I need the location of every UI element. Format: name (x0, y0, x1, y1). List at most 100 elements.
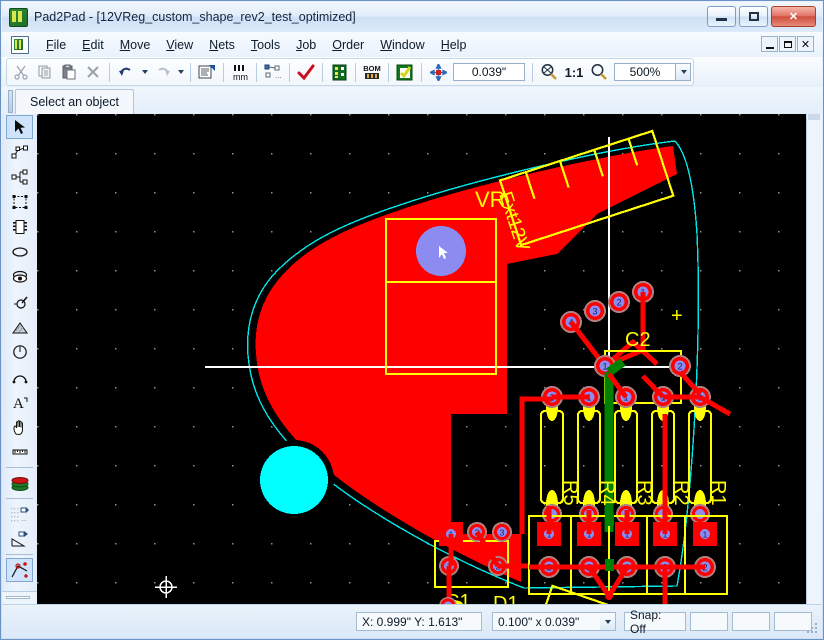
silk-label-R5: R5 (559, 480, 581, 506)
approve-button[interactable] (393, 61, 417, 84)
silk-label-R4: R4 (596, 480, 618, 506)
trace-icon (11, 145, 28, 159)
menu-item-job[interactable]: Job (288, 35, 324, 55)
zoom-fit-button[interactable] (537, 61, 561, 84)
pan-hand-tool[interactable] (6, 415, 33, 439)
zoom-level-dropdown[interactable] (676, 63, 691, 81)
close-button[interactable]: ✕ (771, 6, 816, 27)
net-tool[interactable] (6, 165, 33, 189)
circle-tool[interactable] (6, 340, 33, 364)
menu-item-tools[interactable]: Tools (243, 35, 288, 55)
resize-grip[interactable] (806, 622, 819, 635)
pad-oval-tool[interactable] (6, 240, 33, 264)
menu-item-move[interactable]: Move (112, 35, 159, 55)
minimize-button[interactable] (707, 6, 736, 27)
silk-plus-C2: + (671, 305, 683, 327)
menu-item-view[interactable]: View (158, 35, 201, 55)
menu-item-nets[interactable]: Nets (201, 35, 243, 55)
svg-text:A: A (13, 396, 24, 410)
menu-item-edit[interactable]: Edit (74, 35, 112, 55)
layers-button[interactable] (327, 61, 351, 84)
properties-button[interactable] (195, 61, 219, 84)
toolbar-separator (388, 62, 389, 82)
board-outline-tool[interactable] (6, 190, 33, 214)
status-pane-1 (690, 612, 728, 631)
redo-icon (157, 67, 170, 76)
dimension-icon (13, 296, 28, 309)
arc-tool[interactable] (6, 365, 33, 389)
polygon-fill-tool[interactable] (6, 315, 33, 339)
arc-icon (12, 375, 27, 384)
svg-text:2: 2 (677, 362, 682, 372)
units-mm-button[interactable]: mm (228, 61, 252, 84)
component-tool[interactable] (6, 215, 33, 239)
window-controls: ✕ (707, 6, 816, 27)
toolbar-separator (190, 62, 191, 82)
scrollbar-thumb[interactable] (808, 114, 820, 120)
trace-tool[interactable] (6, 140, 33, 164)
ruler-icon (12, 449, 27, 455)
zoom-level-input[interactable]: 500% (614, 63, 676, 81)
grid-size-dropdown[interactable] (600, 612, 616, 631)
route-tool[interactable] (6, 558, 33, 582)
copper-pour-tool[interactable]: ... (6, 502, 33, 526)
chevron-down-icon (177, 70, 184, 74)
zoom-fit-icon (541, 64, 557, 80)
properties-icon (198, 65, 215, 79)
grid-size-button[interactable] (426, 61, 450, 84)
measure-tool[interactable] (6, 527, 33, 551)
redo-dropdown[interactable] (174, 61, 186, 84)
menu-item-window[interactable]: Window (372, 35, 432, 55)
text-icon: A (13, 396, 27, 410)
undo-dropdown[interactable] (138, 61, 150, 84)
mdi-close-button[interactable]: ✕ (797, 36, 814, 52)
svg-text:1: 1 (703, 530, 708, 540)
status-snap: Snap: Off (624, 608, 686, 636)
tab-select-an-object[interactable]: Select an object (15, 89, 134, 114)
via-tool[interactable] (6, 265, 33, 289)
pcb-canvas[interactable]: VR 4 3 2 1 Ext12V C2 + 1 2 1 1 1 1 1 R5 … (37, 114, 809, 606)
undo-button[interactable] (114, 61, 138, 84)
horizontal-scrollbar[interactable] (2, 591, 37, 604)
layers-icon (332, 64, 346, 80)
mdi-minimize-button[interactable] (761, 36, 778, 52)
cut-button[interactable] (9, 61, 33, 84)
redo-button[interactable] (150, 61, 174, 84)
copy-button[interactable] (33, 61, 57, 84)
chevron-down-icon (680, 70, 687, 74)
delete-button[interactable] (81, 61, 105, 84)
pcb-drawing: VR 4 3 2 1 Ext12V C2 + 1 2 1 1 1 1 1 R5 … (37, 114, 809, 606)
document-icon[interactable] (11, 35, 29, 54)
design-check-button[interactable] (294, 61, 318, 84)
zoom-1to1-button[interactable]: 1:1 (561, 61, 587, 84)
netlist-button[interactable]: ... (261, 61, 285, 84)
dimension-tool[interactable] (6, 290, 33, 314)
toolbar-separator (223, 62, 224, 82)
toolbar-separator (421, 62, 422, 82)
menu-item-file[interactable]: File (38, 35, 74, 55)
paste-icon (62, 64, 76, 80)
grid-size-input[interactable]: 0.039" (453, 63, 525, 81)
mdi-restore-button[interactable] (779, 36, 796, 52)
menu-item-order[interactable]: Order (324, 35, 372, 55)
text-tool[interactable]: A (6, 390, 33, 414)
status-grid-size[interactable]: 0.100" x 0.039" (492, 612, 600, 631)
layers-stack-tool[interactable] (6, 471, 33, 495)
app-icon (9, 7, 28, 27)
ruler-tool[interactable] (6, 440, 33, 464)
tool-palette: A ... (2, 114, 38, 606)
bom-label: BOM (363, 64, 381, 73)
select-arrow-tool[interactable] (6, 115, 33, 139)
menu-item-help[interactable]: Help (433, 35, 475, 55)
zoom-button[interactable] (587, 61, 611, 84)
palette-separator (6, 498, 33, 499)
paste-button[interactable] (57, 61, 81, 84)
close-icon: ✕ (788, 11, 799, 23)
bom-button[interactable]: BOM (360, 61, 384, 84)
status-bar: X: 0.999" Y: 1.613" 0.100" x 0.039" Snap… (2, 604, 822, 638)
mounting-hole (254, 440, 334, 520)
grid-size-icon (429, 63, 447, 81)
maximize-button[interactable] (739, 6, 768, 27)
svg-text:3: 3 (592, 307, 597, 317)
vertical-scrollbar[interactable] (806, 114, 822, 606)
